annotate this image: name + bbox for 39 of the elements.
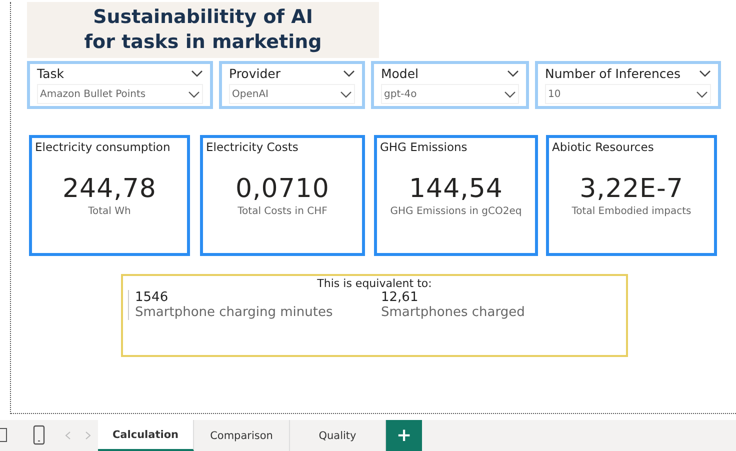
chevron-icon [188, 90, 200, 98]
page-tab[interactable]: Calculation [98, 420, 194, 451]
chevron-icon[interactable] [507, 70, 519, 77]
dropdown-field[interactable]: gpt-4o [381, 84, 519, 104]
card-title: Electricity consumption [35, 140, 172, 154]
slicer-label: Model [381, 66, 419, 81]
chevron-icon[interactable] [343, 70, 355, 77]
card-caption: Total Wh [87, 206, 132, 217]
slicer-label: Provider [229, 66, 280, 81]
card-value: 0,0710 [234, 174, 330, 204]
card-value: 3,22E-7 [578, 174, 684, 204]
dropdown-field[interactable]: 10 [545, 84, 711, 104]
card-title: Abiotic Resources [552, 140, 655, 154]
report-title: Sustainabilitity of AI [93, 5, 313, 30]
chevron-icon[interactable] [191, 70, 203, 77]
equivalent-label: Smartphones charged [381, 305, 526, 320]
chevron-icon [504, 90, 516, 98]
dropdown-field[interactable]: OpenAI [229, 84, 355, 104]
card-title: GHG Emissions [380, 140, 468, 154]
card-title: Electricity Costs [206, 140, 300, 154]
card-value: 144,54 [408, 174, 504, 204]
chevron-icon [340, 90, 352, 98]
card-caption: Total Costs in CHF [236, 206, 328, 217]
card-caption: GHG Emissions in gCO2eq [389, 206, 523, 217]
slicer-label: Task [37, 66, 64, 81]
chevron-icon [696, 90, 708, 98]
card-caption: Total Embodied impacts [570, 206, 692, 217]
equivalent-value: 12,61 [381, 290, 420, 305]
card-value: 244,78 [62, 174, 158, 204]
phone-icon[interactable] [33, 425, 45, 445]
equivalent-label: Smartphone charging minutes [135, 305, 334, 320]
report-title: for tasks in marketing [84, 30, 322, 55]
dropdown-field[interactable]: Amazon Bullet Points [37, 84, 203, 104]
add-page-button[interactable]: + [386, 420, 422, 451]
slicer-label: Number of Inferences [545, 66, 680, 81]
panel-heading: This is equivalent to: [317, 277, 432, 290]
equivalent-value: 1546 [135, 290, 170, 305]
page-view-icon[interactable] [0, 428, 7, 442]
chevron-icon[interactable] [699, 70, 711, 77]
